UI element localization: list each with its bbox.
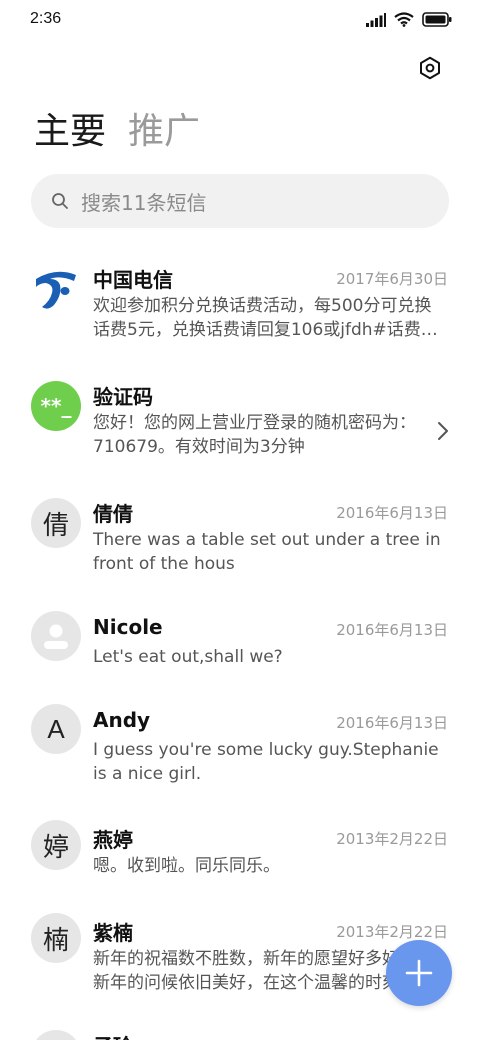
- settings-icon: [420, 56, 440, 80]
- status-icons: [366, 12, 452, 27]
- list-item[interactable]: 婷 燕婷 2013年2月22日 嗯。收到啦。同乐同乐。: [0, 820, 480, 904]
- message-date: 2013年2月22日: [336, 830, 448, 848]
- sender-name: 中国电信: [93, 268, 173, 292]
- signal-icon: [366, 12, 386, 27]
- person-icon: [31, 611, 81, 661]
- list-item[interactable]: 中国电信 2017年6月30日 欢迎参加积分兑换话费活动，每500分可兑换 话费…: [0, 264, 480, 364]
- preview-line: 欢迎参加积分兑换话费活动，每500分可兑换: [93, 296, 432, 316]
- avatar: 楠: [31, 913, 81, 963]
- preview-line: front of the hous: [93, 554, 235, 574]
- list-item[interactable]: Nicole 2016年6月13日 Let's eat out,shall we…: [0, 611, 480, 695]
- settings-button[interactable]: [416, 54, 444, 82]
- message-date: 2016年6月13日: [336, 621, 448, 639]
- message-date: 2016年6月13日: [336, 714, 448, 732]
- message-preview: 您好！您的网上营业厅登录的随机密码为： 710679。有效时间为3分钟: [93, 411, 447, 459]
- tab-primary[interactable]: 主要: [34, 108, 106, 156]
- sender-name: Andy: [93, 708, 151, 732]
- sender-name: 倩倩: [93, 502, 133, 526]
- message-date: 2017年6月30日: [336, 270, 448, 288]
- list-item[interactable]: 倩 倩倩 2016年6月13日 There was a table set ou…: [0, 498, 480, 598]
- message-preview: 嗯。收到啦。同乐同乐。: [93, 854, 447, 878]
- preview-line: I guess you're some lucky guy.Stephanie: [93, 740, 439, 760]
- preview-line: is a nice girl.: [93, 764, 202, 784]
- preview-line: There was a table set out under a tree i…: [93, 530, 441, 550]
- sender-name: Nicole: [93, 615, 163, 639]
- plus-icon: [405, 959, 433, 987]
- message-date: 2013年2月22日: [336, 923, 448, 941]
- list-item[interactable]: **_ 验证码 您好！您的网上营业厅登录的随机密码为： 710679。有效时间为…: [0, 381, 480, 481]
- search-placeholder: 搜索11条短信: [81, 190, 207, 215]
- tabs: 主要 推广: [34, 108, 200, 156]
- search-icon: [52, 193, 68, 209]
- search-bar[interactable]: 搜索11条短信: [31, 174, 449, 228]
- avatar: 婷: [31, 820, 81, 870]
- message-preview: I guess you're some lucky guy.Stephanie …: [93, 738, 447, 786]
- avatar: [31, 1030, 81, 1040]
- sender-name: 验证码: [93, 385, 153, 409]
- preview-line: 话费5元，兑换话费请回复106或jfdh#话费…: [93, 320, 438, 340]
- avatar: A: [31, 704, 81, 754]
- china-telecom-logo-icon: [31, 264, 81, 314]
- preview-line: 710679。有效时间为3分钟: [93, 437, 305, 457]
- list-item[interactable]: 子玲: [0, 1030, 480, 1040]
- status-bar: 2:36: [0, 0, 480, 40]
- preview-line: 嗯。收到啦。同乐同乐。: [93, 856, 280, 876]
- preview-line: 您好！您的网上营业厅登录的随机密码为：: [93, 413, 416, 433]
- new-message-button[interactable]: [386, 940, 452, 1006]
- wifi-icon: [394, 12, 414, 27]
- chevron-right-icon[interactable]: [436, 421, 450, 441]
- avatar: 倩: [31, 498, 81, 548]
- message-date: 2016年6月13日: [336, 504, 448, 522]
- message-preview: 欢迎参加积分兑换话费活动，每500分可兑换 话费5元，兑换话费请回复106或jf…: [93, 294, 447, 342]
- status-time: 2:36: [30, 10, 62, 27]
- sender-name: 燕婷: [93, 828, 133, 852]
- battery-icon: [422, 12, 452, 27]
- tab-promotions[interactable]: 推广: [128, 108, 200, 156]
- sender-name: 子玲: [93, 1030, 133, 1040]
- list-item[interactable]: A Andy 2016年6月13日 I guess you're some lu…: [0, 704, 480, 808]
- message-preview: Let's eat out,shall we?: [93, 645, 447, 669]
- sender-name: 紫楠: [93, 921, 133, 945]
- message-preview: There was a table set out under a tree i…: [93, 528, 447, 576]
- preview-line: Let's eat out,shall we?: [93, 647, 283, 667]
- verification-avatar: **_: [31, 381, 81, 431]
